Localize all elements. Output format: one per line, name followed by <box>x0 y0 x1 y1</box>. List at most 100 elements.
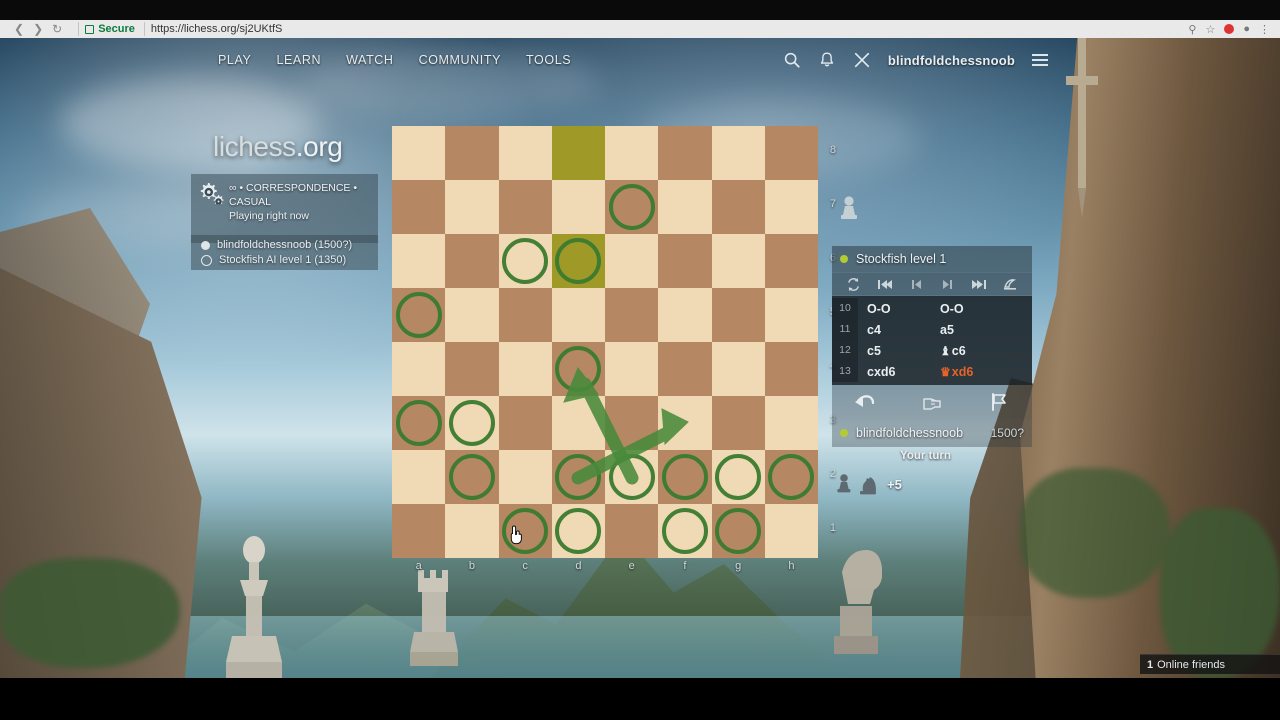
browser-toolbar: ❮ ❯ ↻ Secure https://lichess.org/sj2UKtf… <box>0 20 1280 38</box>
zoom-icon[interactable]: ⚲ <box>1188 23 1196 36</box>
extension-icon[interactable] <box>1224 24 1235 34</box>
white-player-label: blindfoldchessnoob (1500?) <box>217 239 353 251</box>
online-friends-count: 1 <box>1147 658 1154 671</box>
nav-item-learn[interactable]: LEARN <box>276 53 321 67</box>
captured-pieces: +5 <box>834 472 902 496</box>
lock-icon <box>85 24 95 34</box>
move-row: 10 O-O O-O <box>832 298 1032 319</box>
search-icon[interactable] <box>783 51 801 69</box>
white-pawn-icon <box>841 196 857 219</box>
captured-pieces-top <box>841 196 857 219</box>
browser-chrome: ❮ ❯ ↻ Secure https://lichess.org/sj2UKtf… <box>0 0 1280 38</box>
back-arrow-icon[interactable]: ❮ <box>14 23 24 35</box>
move-list[interactable]: 10 O-O O-O 11 c4 a5 12 c5 ♝c6 13 cxd6 ♛xd6 <box>832 296 1032 385</box>
players-summary: blindfoldchessnoob (1500?) Stockfish AI … <box>191 235 378 270</box>
move-row: 11 c4 a5 <box>832 319 1032 340</box>
file-label-c: c <box>522 560 528 572</box>
move-row: 13 cxd6 ♛xd6 <box>832 361 1032 382</box>
flip-icon[interactable] <box>838 277 869 292</box>
undo-arrow-icon[interactable] <box>845 389 885 415</box>
forward-arrow-icon[interactable]: ❯ <box>33 23 43 35</box>
pointing-hand-cursor <box>510 525 522 545</box>
move-number: 10 <box>832 298 858 319</box>
move-black[interactable]: O-O <box>936 302 1032 316</box>
board-arrows <box>563 367 689 485</box>
file-label-h: h <box>788 560 795 572</box>
reload-icon[interactable]: ↻ <box>52 23 62 35</box>
crossed-swords-icon[interactable] <box>853 51 871 69</box>
opponent-row: Stockfish level 1 <box>832 246 1032 272</box>
move-white[interactable]: O-O <box>858 302 936 316</box>
rank-label-8: 8 <box>829 144 836 156</box>
hamburger-menu-icon[interactable] <box>995 277 1026 291</box>
logo-tld: .org <box>295 131 343 162</box>
flag-icon[interactable] <box>979 389 1019 415</box>
online-friends-label: Online friends <box>1157 658 1225 671</box>
move-black[interactable]: ♝c6 <box>936 344 1032 358</box>
game-status: Playing right now <box>229 210 309 222</box>
nav-item-play[interactable]: PLAY <box>218 53 251 67</box>
browser-menu-icon[interactable]: ⋮ <box>1259 23 1270 36</box>
gears-icon <box>199 182 229 243</box>
chessboard-container[interactable]: 87654321 abcdefgh <box>392 126 836 572</box>
player-row: blindfoldchessnoob 1500? <box>832 419 1032 447</box>
file-labels: a b c d e f g h <box>392 560 818 576</box>
move-piece-icon: ♝ <box>940 343 951 358</box>
foliage <box>1160 508 1280 678</box>
move-black[interactable]: a5 <box>936 323 1032 337</box>
header-right-tools: blindfoldchessnoob <box>783 51 1048 69</box>
online-friends-bar[interactable]: 1 Online friends <box>1140 654 1280 674</box>
foliage <box>0 558 180 668</box>
player-row-black: Stockfish AI level 1 (1350) <box>201 253 368 268</box>
nav-item-watch[interactable]: WATCH <box>346 53 393 67</box>
game-actions <box>832 385 1032 419</box>
move-black[interactable]: ♛xd6 <box>936 365 1032 379</box>
step-forward-icon[interactable] <box>932 278 963 291</box>
page-viewport: PLAY LEARN WATCH COMMUNITY TOOLS blindfo… <box>0 38 1280 678</box>
divider <box>143 22 145 36</box>
nav-item-tools[interactable]: TOOLS <box>526 53 571 67</box>
address-bar-url[interactable]: https://lichess.org/sj2UKtfS <box>151 23 282 35</box>
rank-label-7: 7 <box>829 198 836 210</box>
lichess-logo[interactable]: lichess.org <box>213 131 343 163</box>
bell-icon[interactable] <box>818 51 836 69</box>
skip-backward-icon[interactable] <box>869 278 900 291</box>
black-player-label: Stockfish AI level 1 (1350) <box>219 254 347 266</box>
stone-bishop-statue <box>226 536 282 678</box>
player-row-white: blindfoldchessnoob (1500?) <box>201 238 368 253</box>
move-white[interactable]: c4 <box>858 323 936 337</box>
handshake-icon[interactable] <box>912 389 952 415</box>
player-status-icon <box>840 429 848 437</box>
material-advantage: +5 <box>887 476 902 492</box>
move-navigation-controls[interactable] <box>832 272 1032 296</box>
logo-name: lichess <box>213 131 296 162</box>
skip-forward-icon[interactable] <box>963 278 994 291</box>
step-backward-icon[interactable] <box>901 278 932 291</box>
star-icon[interactable]: ☆ <box>1205 23 1215 36</box>
game-info-card: ∞ • CORRESPONDENCE • CASUAL Playing righ… <box>191 174 378 243</box>
game-rating-type: CASUAL <box>229 196 272 208</box>
secure-label: Secure <box>98 23 135 35</box>
browser-nav-buttons[interactable]: ❮ ❯ ↻ <box>0 23 72 35</box>
file-label-b: b <box>468 560 475 572</box>
turn-indicator: Your turn <box>900 450 951 462</box>
profile-icon[interactable]: ● <box>1243 23 1250 35</box>
file-label-e: e <box>628 560 635 572</box>
hamburger-icon[interactable] <box>1032 54 1048 66</box>
black-pawn-icon <box>837 474 851 493</box>
foliage <box>1020 468 1170 598</box>
opponent-name: Stockfish level 1 <box>856 252 947 266</box>
site-header: PLAY LEARN WATCH COMMUNITY TOOLS blindfo… <box>0 42 1280 78</box>
username-label[interactable]: blindfoldchessnoob <box>888 53 1015 68</box>
nav-item-community[interactable]: COMMUNITY <box>419 53 501 67</box>
file-label-d: d <box>575 560 582 572</box>
move-number: 13 <box>832 361 858 382</box>
file-label-f: f <box>683 560 687 572</box>
move-white[interactable]: c5 <box>858 344 936 358</box>
move-white[interactable]: cxd6 <box>858 365 936 379</box>
browser-toolbar-right[interactable]: ⚲ ☆ ● ⋮ <box>1188 23 1280 36</box>
player-rating: 1500? <box>990 426 1024 440</box>
move-number: 12 <box>832 340 858 361</box>
file-label-g: g <box>735 560 742 572</box>
move-piece-icon: ♛ <box>940 364 951 379</box>
